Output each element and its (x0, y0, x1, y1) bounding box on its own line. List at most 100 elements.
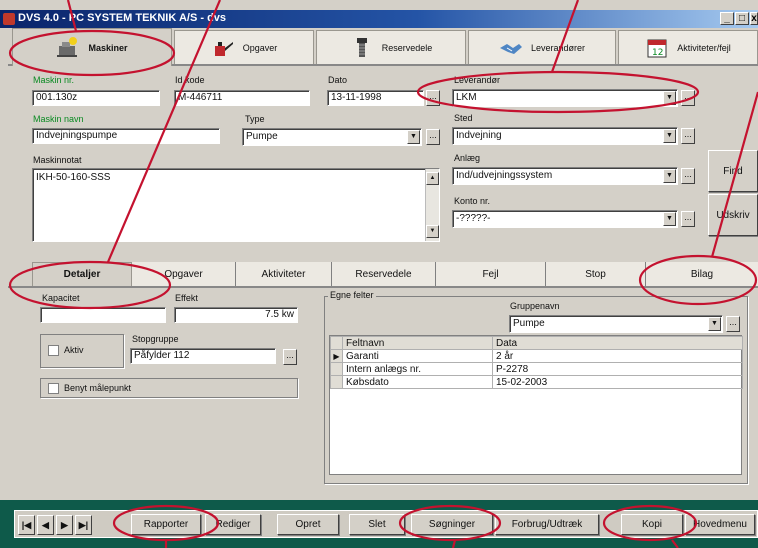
konto-value: -?????- (456, 213, 491, 224)
scroll-up-icon[interactable]: ▲ (426, 172, 439, 185)
column-header-data[interactable]: Data (492, 336, 743, 350)
leverandor-value: LKM (456, 92, 477, 103)
tab-leverandorer[interactable]: Leverandører (468, 30, 616, 64)
gruppenavn-select[interactable]: Pumpe ▼ (509, 315, 723, 333)
anlaeg-lookup-button[interactable]: ... (681, 168, 695, 184)
grid-cell[interactable]: Garanti (342, 349, 493, 363)
slet-button[interactable]: Slet (349, 514, 405, 535)
opret-button[interactable]: Opret (277, 514, 339, 535)
app-icon (3, 13, 15, 25)
grid-cell[interactable]: Købsdato (342, 375, 493, 389)
grid-cell[interactable]: Intern anlægs nr. (342, 362, 493, 376)
table-row[interactable]: ▶ Garanti 2 år (330, 349, 743, 363)
gruppenavn-label: Gruppenavn (510, 301, 560, 311)
tab-aktiviteter[interactable]: 12 Aktiviteter/fejl (618, 30, 758, 64)
effekt-label: Effekt (175, 293, 198, 303)
dropdown-arrow-icon[interactable]: ▼ (663, 169, 676, 183)
spare-part-icon (356, 37, 367, 57)
type-select[interactable]: Pumpe ▼ (242, 128, 422, 146)
forbrug-udtraek-button[interactable]: Forbrug/Udtræk (495, 514, 599, 535)
stopgruppe-field[interactable]: Påfylder 112 (130, 348, 276, 364)
leverandor-select[interactable]: LKM ▼ (452, 89, 678, 107)
title-bar: DVS 4.0 - PC SYSTEM TEKNIK A/S - dvs _ □… (0, 10, 758, 28)
calendar-icon: 12 (647, 39, 667, 58)
tab-reservedele[interactable]: Reservedele (316, 30, 466, 64)
last-record-button[interactable]: ▶| (75, 515, 92, 535)
anlaeg-label: Anlæg (454, 153, 481, 163)
dato-picker-button[interactable]: ... (426, 90, 440, 106)
subtab-bilag[interactable]: Bilag (646, 262, 758, 286)
grid-cell[interactable]: 2 år (492, 349, 743, 363)
rapporter-button[interactable]: Rapporter (131, 514, 201, 535)
gruppenavn-lookup-button[interactable]: ... (726, 316, 740, 332)
sted-select[interactable]: Indvejning ▼ (452, 127, 678, 145)
grid-cell[interactable]: 15-02-2003 (492, 375, 743, 389)
kopi-button[interactable]: Kopi (621, 514, 683, 535)
find-button[interactable]: Find (708, 150, 758, 192)
close-button[interactable]: x (750, 12, 758, 25)
aktiv-group: Aktiv (40, 334, 124, 368)
subtab-detaljer[interactable]: Detaljer (32, 262, 132, 286)
dato-field[interactable]: 13-11-1998 (327, 90, 424, 106)
current-row-icon: ▶ (330, 349, 343, 363)
table-row[interactable]: Intern anlægs nr. P-2278 (330, 362, 743, 376)
dropdown-arrow-icon[interactable]: ▼ (708, 317, 721, 331)
anlaeg-value: Ind/udvejningssystem (456, 170, 553, 181)
effekt-field[interactable]: 7.5 kw (174, 307, 298, 323)
grid-cell[interactable]: P-2278 (492, 362, 743, 376)
minimize-button[interactable]: _ (720, 12, 734, 25)
konto-label: Konto nr. (454, 196, 491, 206)
maskin-nr-field[interactable]: 001.130z (32, 90, 160, 106)
row-indicator (330, 362, 343, 376)
maximize-button[interactable]: □ (735, 12, 749, 25)
table-row[interactable]: Købsdato 15-02-2003 (330, 375, 743, 389)
dropdown-arrow-icon[interactable]: ▼ (663, 91, 676, 105)
konto-select[interactable]: -?????- ▼ (452, 210, 678, 228)
kapacitet-field[interactable] (40, 307, 166, 323)
udskriv-button[interactable]: Udskriv (708, 194, 758, 236)
rediger-button[interactable]: Rediger (205, 514, 261, 535)
maalepunkt-checkbox[interactable] (48, 383, 59, 394)
maskinnotat-textarea[interactable]: IKH-50-160-SSS ▲ ▼ (32, 168, 440, 242)
id-kode-label: Id kode (175, 75, 205, 85)
sogninger-button[interactable]: Søgninger (411, 514, 493, 535)
sted-value: Indvejning (456, 130, 502, 141)
id-kode-field[interactable]: M-446711 (174, 90, 310, 106)
subtab-fejl[interactable]: Fejl (436, 262, 546, 286)
maskinnotat-scrollbar[interactable]: ▲ ▼ (425, 169, 439, 241)
column-header-feltnavn[interactable]: Feltnavn (342, 336, 493, 350)
sted-label: Sted (454, 113, 473, 123)
type-label: Type (245, 114, 265, 124)
subtab-reservedele[interactable]: Reservedele (332, 262, 436, 286)
next-record-button[interactable]: ▶ (56, 515, 73, 535)
subtab-aktiviteter[interactable]: Aktiviteter (236, 262, 332, 286)
maskin-navn-field[interactable]: Indvejningspumpe (32, 128, 220, 144)
previous-record-button[interactable]: ◀ (37, 515, 54, 535)
maskinnotat-label: Maskinnotat (33, 155, 82, 165)
anlaeg-select[interactable]: Ind/udvejningssystem ▼ (452, 167, 678, 185)
handshake-icon (499, 43, 522, 54)
toolbar-panel: |◀ ◀ ▶ ▶| Rapporter Rediger Opret Slet S… (14, 510, 758, 538)
main-tabs: Maskiner Opgaver Reservedele Leverandøre… (8, 28, 758, 66)
dropdown-arrow-icon[interactable]: ▼ (663, 129, 676, 143)
first-record-button[interactable]: |◀ (18, 515, 35, 535)
stopgruppe-lookup-button[interactable]: ... (283, 349, 297, 365)
app-window: DVS 4.0 - PC SYSTEM TEKNIK A/S - dvs _ □… (0, 0, 758, 548)
subtab-opgaver[interactable]: Opgaver (132, 262, 236, 286)
tab-opgaver[interactable]: Opgaver (174, 30, 314, 64)
subtab-stop[interactable]: Stop (546, 262, 646, 286)
row-indicator (330, 375, 343, 389)
dropdown-arrow-icon[interactable]: ▼ (663, 212, 676, 226)
leverandor-lookup-button[interactable]: ... (681, 90, 695, 106)
dropdown-arrow-icon[interactable]: ▼ (407, 130, 420, 144)
konto-lookup-button[interactable]: ... (681, 211, 695, 227)
machine-icon (57, 36, 78, 57)
tab-maskiner[interactable]: Maskiner (12, 28, 172, 66)
hovedmenu-button[interactable]: Hovedmenu (685, 514, 755, 535)
egne-felter-grid[interactable]: Feltnavn Data ▶ Garanti 2 år Intern anlæ… (329, 335, 743, 475)
type-lookup-button[interactable]: ... (426, 129, 440, 145)
type-value: Pumpe (246, 131, 278, 142)
scroll-down-icon[interactable]: ▼ (426, 225, 439, 238)
aktiv-checkbox[interactable] (48, 345, 59, 356)
sted-lookup-button[interactable]: ... (681, 128, 695, 144)
